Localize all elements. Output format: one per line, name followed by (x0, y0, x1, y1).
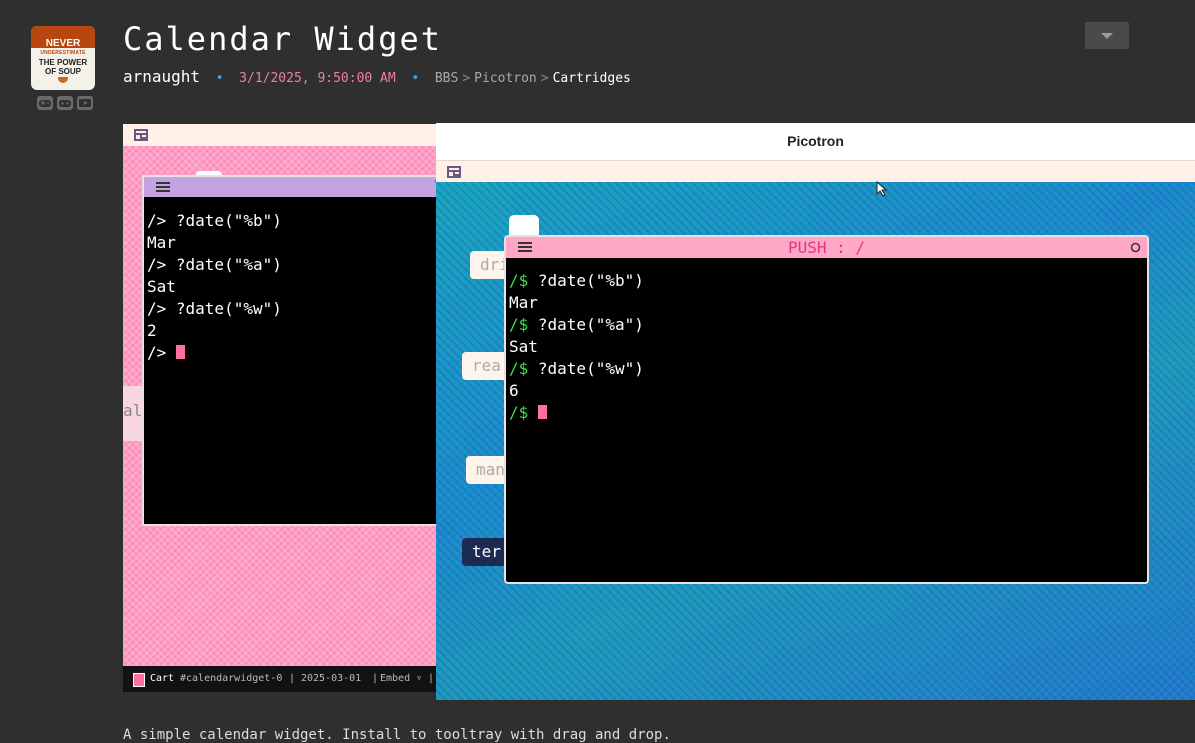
embed-button[interactable]: Embed ▿ (380, 673, 422, 684)
bullet-separator: • (215, 71, 224, 86)
breadcrumb-item-cartridges[interactable]: Cartridges (553, 71, 631, 86)
post-meta: arnaught • 3/1/2025, 9:50:00 AM • BBS > Pi… (123, 67, 631, 86)
picotron-logo-icon[interactable] (446, 165, 462, 179)
author-link[interactable]: arnaught (123, 67, 200, 86)
mouse-cursor-icon (876, 181, 888, 197)
chevron-down-icon (1101, 33, 1113, 39)
breadcrumb-item-picotron[interactable]: Picotron (474, 71, 537, 86)
avatar-text: UNDERESTIMATE (40, 50, 86, 56)
player-toolbar (436, 160, 1195, 183)
avatar-text: THE POWER OF SOUP (38, 58, 88, 76)
cart-date: 2025-03-01 (301, 673, 362, 684)
terminal-prompt: /$ (509, 271, 529, 290)
avatar-text: NEVER (45, 38, 81, 49)
window-titlebar[interactable]: PUSH : / (506, 237, 1147, 258)
desktop-background: dri rea man ter PUSH : / /$ ?date("%b") M… (436, 181, 1195, 700)
author-avatar[interactable]: NEVER UNDERESTIMATE THE POWER OF SOUP (31, 26, 95, 90)
bullet-separator: • (411, 71, 420, 86)
gamepad-icon[interactable] (37, 96, 53, 110)
text-cursor (175, 345, 185, 359)
window-titlebar[interactable]: T (144, 177, 443, 197)
text-cursor (537, 405, 547, 419)
breadcrumb-item-bbs[interactable]: BBS (435, 71, 458, 86)
close-icon[interactable] (1130, 242, 1141, 253)
breadcrumb: BBS > Picotron > Cartridges (434, 71, 631, 86)
post-description: A simple calendar widget. Install to too… (123, 727, 671, 743)
terminal-prompt: /> (147, 211, 167, 230)
cart-footer: Cart #calendarwidget-0 | 2025-03-01 | Em… (123, 666, 443, 692)
cart-player[interactable]: ale T /> ?date("%b")Mar/> ?date("%a")Sat… (123, 124, 443, 692)
cart-icon (133, 673, 145, 687)
soup-bowl-icon (58, 77, 68, 83)
desktop-tab[interactable] (509, 215, 539, 235)
picotron-window[interactable]: Picotron dri rea man ter PUSH : / /$ ?da… (436, 123, 1195, 700)
video-icon[interactable] (77, 96, 93, 110)
window-title[interactable]: Picotron (436, 123, 1195, 160)
gamepad-icon[interactable] (57, 96, 73, 110)
page-title: Calendar Widget (123, 20, 442, 58)
terminal-window[interactable]: T /> ?date("%b")Mar/> ?date("%a")Sat/> ?… (142, 175, 443, 526)
terminal-output[interactable]: /> ?date("%b") Mar/> ?date("%a") Sat/> ?da… (147, 210, 282, 364)
hamburger-menu-icon[interactable] (156, 182, 170, 192)
cart-label[interactable]: Cart (150, 673, 174, 684)
window-title: PUSH : / (787, 238, 866, 257)
dropdown-button[interactable] (1085, 22, 1129, 49)
terminal-window[interactable]: PUSH : / /$ ?date("%b") Mar/$ ?date("%a")… (504, 235, 1149, 584)
picotron-logo-icon[interactable] (133, 128, 149, 142)
terminal-output[interactable]: /$ ?date("%b") Mar/$ ?date("%a") Sat/$ ?da… (509, 270, 644, 424)
player-toolbar (123, 124, 443, 146)
desktop-widget: ale (123, 386, 152, 441)
post-timestamp: 3/1/2025, 9:50:00 AM (239, 71, 396, 86)
cart-id: #calendarwidget-0 (180, 673, 283, 684)
